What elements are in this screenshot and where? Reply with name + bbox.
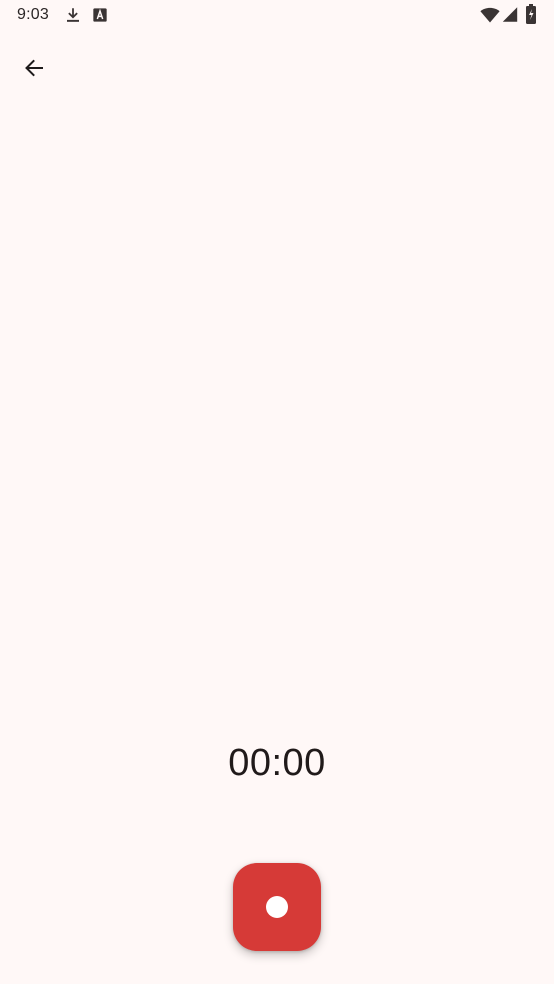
record-button[interactable]: [233, 863, 321, 951]
battery-icon: [526, 4, 536, 24]
signal-icon: [502, 7, 518, 22]
text-a-icon: [93, 8, 107, 22]
wifi-icon: [480, 7, 500, 23]
toolbar: [0, 44, 554, 92]
elapsed-time: 00:00: [228, 742, 326, 784]
arrow-left-icon: [25, 59, 43, 77]
status-bar: 9:03: [0, 0, 554, 30]
back-button[interactable]: [10, 44, 58, 92]
record-dot-icon: [266, 896, 288, 918]
download-icon: [67, 8, 79, 22]
status-time: 9:03: [17, 6, 49, 23]
